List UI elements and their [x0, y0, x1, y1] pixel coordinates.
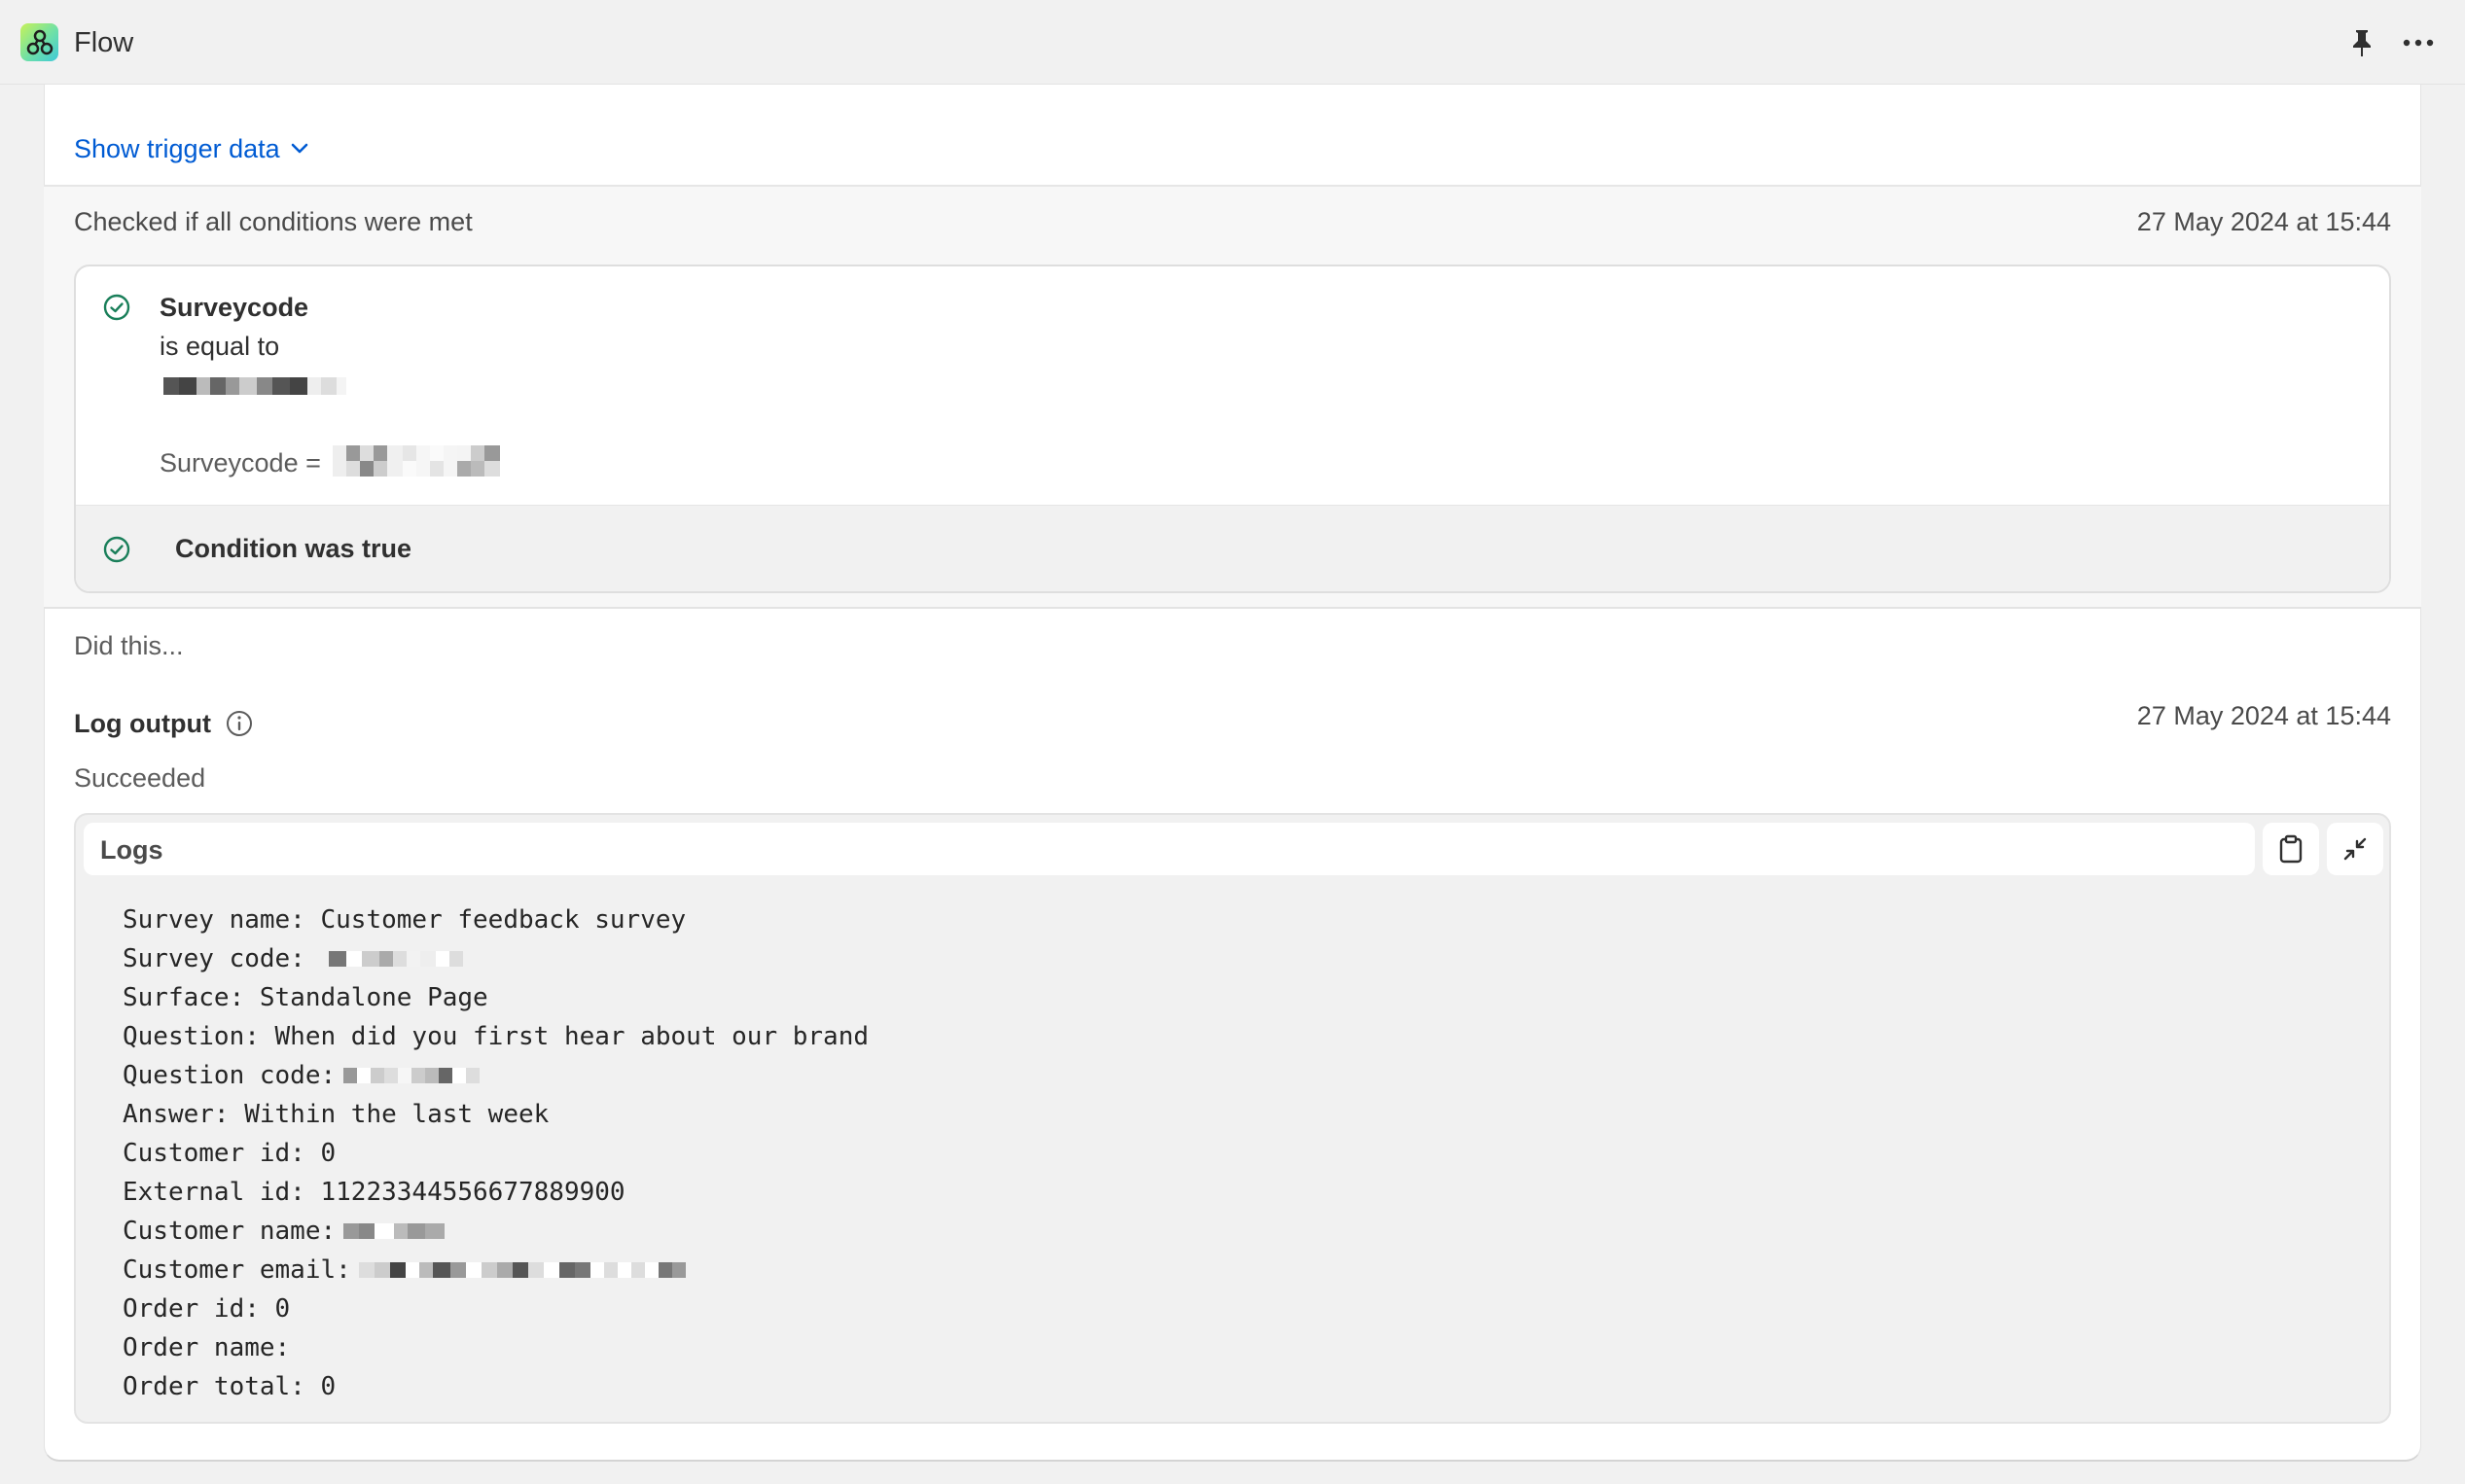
log-line: Customer email: [123, 1251, 869, 1290]
more-actions-button[interactable] [2398, 25, 2439, 60]
check-circle-icon [103, 294, 130, 321]
condition-card: Surveycode is equal to Surveycode = Cond… [74, 265, 2391, 593]
condition-evaluation-prefix: Surveycode = [160, 448, 321, 477]
clipboard-icon [2279, 834, 2303, 864]
info-icon[interactable] [225, 709, 254, 738]
log-line: Order name: [123, 1333, 291, 1362]
log-line: Answer: Within the last week [123, 1100, 550, 1129]
log-output-timestamp: 27 May 2024 at 15:44 [2136, 701, 2391, 730]
logs-panel: Logs Survey name: Customer feedback surv… [74, 813, 2391, 1424]
more-horizontal-icon [2403, 39, 2434, 47]
copy-logs-button[interactable] [2263, 823, 2319, 875]
condition-field: Surveycode [160, 293, 309, 322]
log-line: Survey code: [123, 939, 869, 978]
condition-section-label: Checked if all conditions were met [74, 207, 473, 236]
redacted-value [358, 1262, 686, 1278]
log-line: Survey name: Customer feedback survey [123, 905, 687, 935]
redacted-value [343, 1223, 446, 1239]
redacted-value [163, 377, 346, 395]
logs-label: Logs [100, 835, 163, 865]
log-line: External id: 11223344556677889900 [123, 1178, 625, 1207]
flow-app-icon [20, 23, 58, 61]
log-line: Surface: Standalone Page [123, 983, 488, 1012]
chevron-down-icon [291, 143, 307, 154]
condition-result-text: Condition was true [175, 534, 411, 563]
log-line: Question: When did you first hear about … [123, 1022, 870, 1051]
log-line: Question code: [123, 1056, 869, 1095]
show-trigger-data-link[interactable]: Show trigger data [74, 132, 309, 165]
log-output-status: Succeeded [74, 763, 206, 793]
redacted-evaluated-value [333, 445, 500, 477]
pin-button[interactable] [2344, 25, 2379, 60]
log-line: Order total: 0 [123, 1372, 337, 1401]
log-line: Customer id: 0 [123, 1139, 337, 1168]
condition-evaluation: Surveycode = [160, 446, 321, 479]
pin-icon [2353, 30, 2371, 56]
log-line: Customer name: [123, 1212, 869, 1251]
check-circle-icon [103, 536, 130, 563]
action-section-label: Did this... [74, 631, 184, 660]
log-output-title-text: Log output [74, 709, 211, 738]
redacted-value [328, 951, 463, 967]
condition-operator: is equal to [160, 332, 280, 361]
show-trigger-label: Show trigger data [74, 134, 280, 163]
app-title: Flow [74, 27, 134, 58]
logs-header: Logs [84, 823, 2255, 875]
logs-content: Survey name: Customer feedback survey Su… [123, 901, 869, 1406]
collapse-logs-button[interactable] [2327, 823, 2383, 875]
section-divider [44, 607, 2421, 609]
redacted-value [343, 1068, 481, 1083]
app-header: Flow [0, 0, 2465, 85]
log-line: Order id: 0 [123, 1294, 291, 1324]
condition-result-row: Condition was true [76, 505, 2389, 591]
log-output-title: Log output [74, 707, 254, 740]
collapse-icon [2343, 837, 2367, 861]
condition-timestamp: 27 May 2024 at 15:44 [2136, 207, 2391, 236]
